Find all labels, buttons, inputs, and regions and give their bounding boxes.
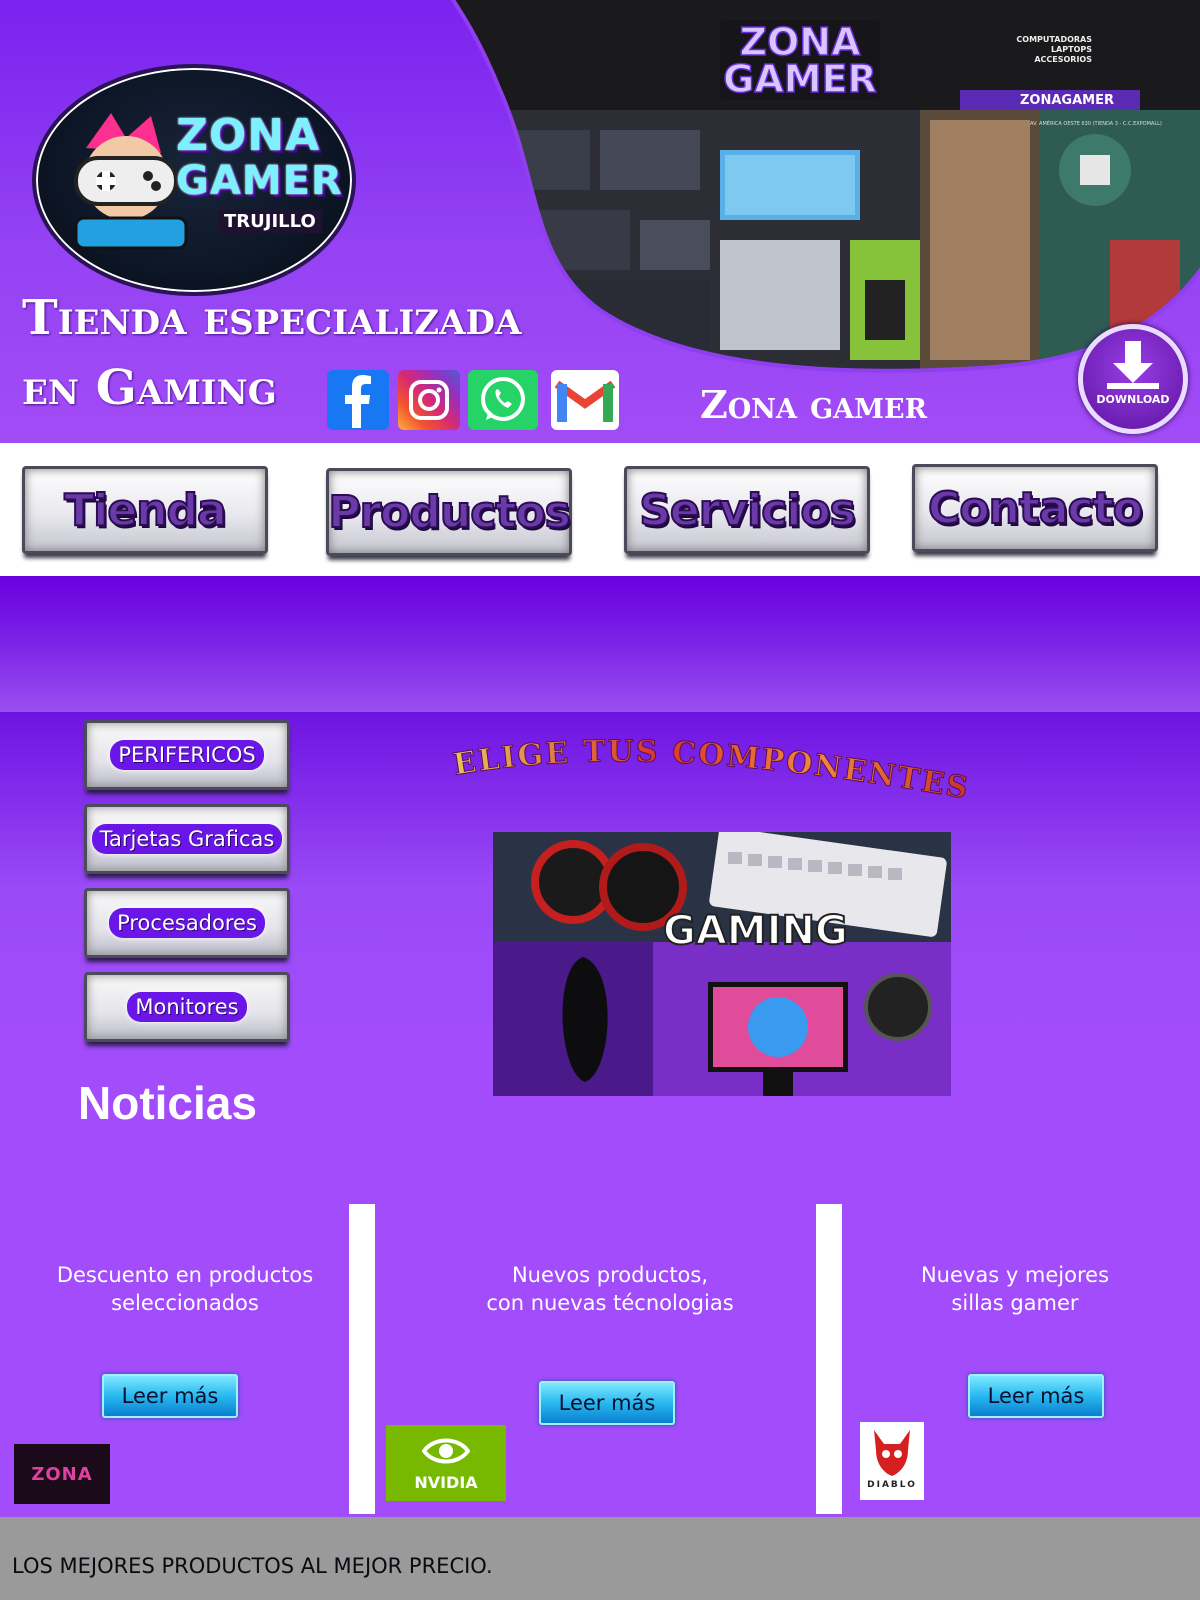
card-3-line2: sillas gamer	[951, 1291, 1079, 1315]
diablo-logo: DIABLO	[860, 1422, 924, 1500]
card-1-text: Descuento en productos seleccionados	[30, 1261, 340, 1317]
nav-servicios-button[interactable]: Servicios	[624, 466, 870, 554]
facebook-icon[interactable]	[327, 370, 389, 430]
card-2-line1: Nuevos productos,	[511, 1263, 709, 1287]
whatsapp-icon[interactable]	[468, 370, 538, 430]
card-1-button-label: Leer más	[121, 1384, 219, 1408]
banner-band	[0, 576, 1200, 712]
logo-title-line1: ZONA	[176, 110, 321, 161]
headline-line1: Tienda especializada	[22, 290, 522, 346]
card-2-leer-mas-button[interactable]: Leer más	[539, 1381, 675, 1425]
store-sign-service-3: ACCESORIOS	[1034, 55, 1092, 64]
nvidia-logo: NVIDIA	[386, 1425, 506, 1501]
logo-city: TRUJILLO	[218, 210, 322, 233]
card-divider	[816, 1204, 842, 1514]
card-2-button-label: Leer más	[558, 1391, 656, 1415]
card-3-line1: Nuevas y mejores	[920, 1263, 1110, 1287]
gmail-icon[interactable]	[551, 370, 619, 430]
nav-productos-button[interactable]: Productos	[326, 468, 572, 556]
card-1-line1: Descuento en productos	[56, 1263, 314, 1287]
nav-servicios-label: Servicios	[638, 484, 857, 537]
nav-productos-label: Productos	[327, 486, 572, 539]
sidebar-item-tarjetas-graficas[interactable]: Tarjetas Graficas	[84, 804, 290, 874]
sidebar-item-perifericos[interactable]: PERIFERICOS	[84, 720, 290, 790]
store-name: Zona gamer	[700, 382, 928, 427]
gamer-avatar-icon	[74, 113, 188, 250]
sidebar-item-label: Monitores	[127, 992, 247, 1022]
store-address: AV. AMÉRICA OESTE 630 (TIENDA 3 - C.C.EX…	[1030, 119, 1162, 127]
diablo-logo-text: DIABLO	[867, 1480, 917, 1490]
sidebar-item-monitores[interactable]: Monitores	[84, 972, 290, 1042]
nvidia-eye-icon	[422, 1438, 470, 1464]
card-1-leer-mas-button[interactable]: Leer más	[102, 1374, 238, 1418]
headline-line2: en Gaming	[22, 360, 277, 416]
gaming-products-image[interactable]: GAMING	[493, 832, 951, 1096]
logo-title-line2: GAMER	[176, 158, 343, 204]
sidebar-item-label: Procesadores	[109, 908, 265, 938]
elige-title-text: ELIGE TUS COMPONENTES	[450, 734, 971, 807]
store-photo: ZONA GAMER COMPUTADORAS LAPTOPS ACCESORI…	[440, 0, 1200, 373]
card-2-line2: con nuevas técnologias	[486, 1291, 734, 1315]
elige-componentes-title: ELIGE TUS COMPONENTES	[450, 734, 973, 807]
card-1-line2: seleccionados	[111, 1291, 259, 1315]
sidebar-item-procesadores[interactable]: Procesadores	[84, 888, 290, 958]
zona-logo-small: ZONA	[14, 1444, 110, 1504]
footer-text: LOS MEJORES PRODUCTOS AL MEJOR PRECIO.	[12, 1554, 493, 1578]
store-sign-service-1: COMPUTADORAS	[1016, 35, 1092, 44]
header: ZONA GAMER COMPUTADORAS LAPTOPS ACCESORI…	[0, 0, 1200, 443]
store-social-handle: ZONAGAMER	[1020, 93, 1114, 108]
sidebar-item-label: PERIFERICOS	[110, 740, 264, 770]
svg-text:ELIGE TUS COMPONENTES: ELIGE TUS COMPONENTES	[451, 734, 973, 806]
card-divider	[349, 1204, 375, 1514]
store-sign-line2: GAMER	[723, 57, 877, 101]
zona-gamer-logo[interactable]: ZONA GAMER TRUJILLO	[32, 64, 356, 296]
sidebar-item-label: Tarjetas Graficas	[91, 824, 283, 854]
card-3-text: Nuevas y mejores sillas gamer	[865, 1261, 1165, 1317]
nav-tienda-button[interactable]: Tienda	[22, 466, 268, 554]
download-button[interactable]: DOWNLOAD	[1078, 324, 1188, 434]
devil-skull-icon	[874, 1430, 910, 1476]
instagram-icon[interactable]	[398, 370, 460, 430]
card-2-text: Nuevos productos, con nuevas técnologias	[400, 1261, 820, 1317]
nav-contacto-button[interactable]: Contacto	[912, 464, 1158, 552]
news-heading: Noticias	[78, 1077, 257, 1129]
store-sign-service-2: LAPTOPS	[1051, 45, 1092, 54]
download-label: DOWNLOAD	[1096, 393, 1170, 406]
nav-tienda-label: Tienda	[63, 484, 227, 537]
nav-contacto-label: Contacto	[927, 482, 1144, 535]
download-icon	[1107, 341, 1159, 389]
zona-logo-text: ZONA	[31, 1463, 93, 1485]
card-3-button-label: Leer más	[987, 1384, 1085, 1408]
card-3-leer-mas-button[interactable]: Leer más	[968, 1374, 1104, 1418]
gaming-banner-text: GAMING	[663, 908, 848, 954]
nvidia-logo-text: NVIDIA	[414, 1473, 478, 1492]
